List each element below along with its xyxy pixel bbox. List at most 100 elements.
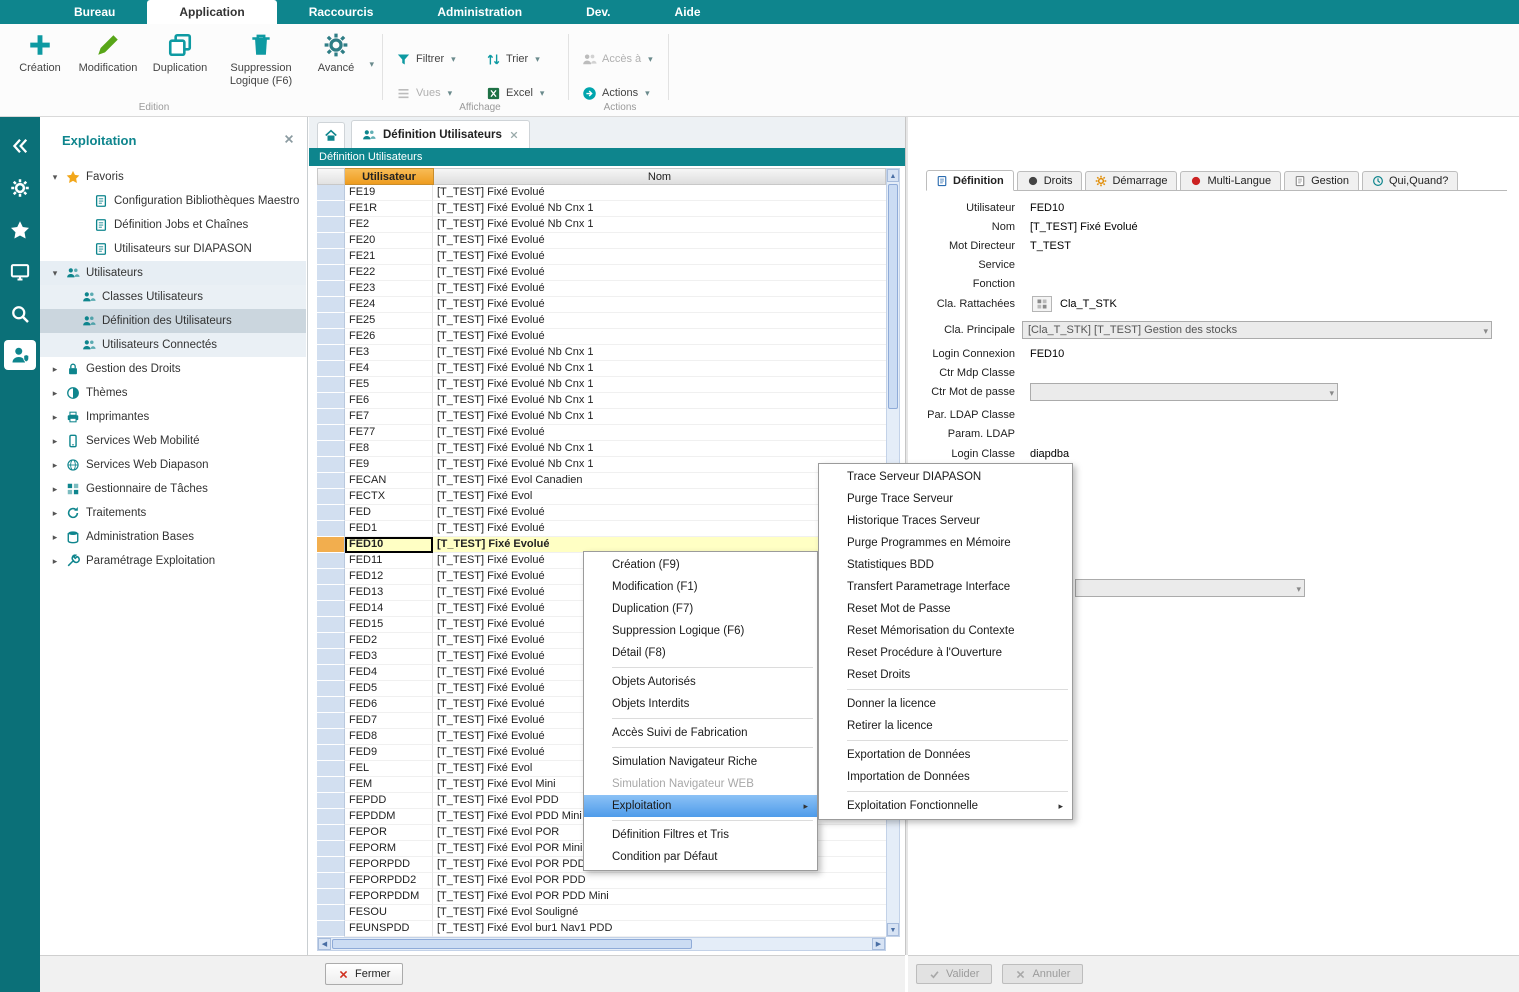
scroll-down-icon[interactable]: ▼ — [887, 923, 899, 936]
context-menu-item[interactable] — [584, 664, 817, 671]
cell-nom[interactable]: [T_TEST] Fixé Evolué Nb Cnx 1 — [433, 217, 886, 233]
menubar-item[interactable]: Administration — [405, 0, 554, 24]
context-menu-item[interactable]: Objets Autorisés — [584, 671, 817, 693]
detail-tab[interactable]: Qui,Quand? — [1362, 171, 1458, 190]
cell-utilisateur[interactable]: FED10 — [345, 537, 433, 553]
row-selector[interactable] — [317, 665, 345, 681]
table-row[interactable]: FEPORPDDM [T_TEST] Fixé Evol POR PDD Min… — [317, 889, 886, 905]
duplication-button[interactable]: Duplication — [148, 32, 212, 75]
cell-utilisateur[interactable]: FE7 — [345, 409, 433, 425]
detail-tab[interactable]: Définition — [926, 170, 1014, 191]
field-value[interactable]: Cla_T_STK — [1060, 295, 1117, 313]
chevron-down-icon[interactable]: ▾ — [1483, 323, 1488, 339]
cell-nom[interactable]: [T_TEST] Fixé Evolué — [433, 249, 886, 265]
cell-utilisateur[interactable]: FED11 — [345, 553, 433, 569]
chevron-down-icon[interactable]: ▾ — [540, 88, 545, 99]
chevron-down-icon[interactable]: ▾ — [1296, 581, 1301, 597]
scroll-right-icon[interactable]: ▶ — [872, 938, 885, 950]
row-selector[interactable] — [317, 713, 345, 729]
cell-utilisateur[interactable]: FED — [345, 505, 433, 521]
context-menu-item[interactable] — [584, 817, 817, 824]
cell-utilisateur[interactable]: FE77 — [345, 425, 433, 441]
context-menu-item[interactable]: Objets Interdits — [584, 693, 817, 715]
row-selector[interactable] — [317, 329, 345, 345]
row-selector[interactable] — [317, 425, 345, 441]
cell-nom[interactable]: [T_TEST] Fixé Evolué Nb Cnx 1 — [433, 377, 886, 393]
cell-utilisateur[interactable]: FEPDD — [345, 793, 433, 809]
row-selector[interactable] — [317, 617, 345, 633]
row-selector[interactable] — [317, 921, 345, 937]
caret-icon[interactable]: ▸ — [50, 508, 60, 519]
cell-utilisateur[interactable]: FE26 — [345, 329, 433, 345]
context-menu-item[interactable] — [584, 715, 817, 722]
sidebar-tree-item[interactable]: Utilisateurs sur DIAPASON — [40, 237, 306, 261]
menubar-item[interactable]: Aide — [643, 0, 733, 24]
row-selector[interactable] — [317, 889, 345, 905]
cell-nom[interactable]: [T_TEST] Fixé Evolué Nb Cnx 1 — [433, 393, 886, 409]
table-row[interactable]: FEUNSPDD [T_TEST] Fixé Evol bur1 Nav1 PD… — [317, 921, 886, 937]
row-selector[interactable] — [317, 841, 345, 857]
submenu-item[interactable]: Exportation de Données — [819, 744, 1072, 766]
table-row[interactable]: FEPORPDD2 [T_TEST] Fixé Evol POR PDD — [317, 873, 886, 889]
cell-utilisateur[interactable]: FE23 — [345, 281, 433, 297]
table-row[interactable]: FE20 [T_TEST] Fixé Evolué — [317, 233, 886, 249]
caret-icon[interactable]: ▾ — [50, 172, 60, 183]
row-selector[interactable] — [317, 489, 345, 505]
submenu-item[interactable]: Donner la licence — [819, 693, 1072, 715]
cell-utilisateur[interactable]: FE2 — [345, 217, 433, 233]
sidebar-tree-item[interactable]: ▸ Traitements — [40, 501, 306, 525]
row-selector[interactable] — [317, 793, 345, 809]
cell-nom[interactable]: [T_TEST] Fixé Evol Souligné — [433, 905, 886, 921]
row-selector[interactable] — [317, 809, 345, 825]
table-row[interactable]: FE8 [T_TEST] Fixé Evolué Nb Cnx 1 — [317, 441, 886, 457]
context-menu-item[interactable]: Création (F9) — [584, 554, 817, 576]
row-selector[interactable] — [317, 537, 345, 553]
home-tab[interactable] — [317, 122, 345, 148]
cell-utilisateur[interactable]: FECTX — [345, 489, 433, 505]
context-menu-item[interactable]: Définition Filtres et Tris — [584, 824, 817, 846]
submenu-item[interactable]: Trace Serveur DIAPASON — [819, 466, 1072, 488]
row-selector[interactable] — [317, 265, 345, 281]
column-header-utilisateur[interactable]: Utilisateur — [345, 168, 434, 185]
strip-icon-button[interactable] — [10, 262, 30, 282]
row-selector[interactable] — [317, 345, 345, 361]
strip-icon-button[interactable] — [10, 220, 30, 240]
chevron-down-icon[interactable]: ▾ — [645, 88, 650, 99]
cell-nom[interactable]: [T_TEST] Fixé Evolué — [433, 313, 886, 329]
horizontal-scrollbar[interactable]: ◀ ▶ — [317, 937, 886, 951]
cell-utilisateur[interactable]: FE22 — [345, 265, 433, 281]
cell-utilisateur[interactable]: FEPORPDDM — [345, 889, 433, 905]
cell-utilisateur[interactable]: FE3 — [345, 345, 433, 361]
cell-utilisateur[interactable]: FE24 — [345, 297, 433, 313]
cell-utilisateur[interactable]: FED7 — [345, 713, 433, 729]
row-selector[interactable] — [317, 297, 345, 313]
table-row[interactable]: FE23 [T_TEST] Fixé Evolué — [317, 281, 886, 297]
submenu-item[interactable]: Purge Programmes en Mémoire — [819, 532, 1072, 554]
context-menu-item[interactable]: Modification (F1) — [584, 576, 817, 598]
cell-nom[interactable]: [T_TEST] Fixé Evolué Nb Cnx 1 — [433, 409, 886, 425]
cell-utilisateur[interactable]: FEPDDM — [345, 809, 433, 825]
context-menu-item[interactable]: Suppression Logique (F6) — [584, 620, 817, 642]
cell-nom[interactable]: [T_TEST] Fixé Evolué — [433, 297, 886, 313]
sidebar-close-icon[interactable] — [283, 133, 295, 145]
table-row[interactable]: FE6 [T_TEST] Fixé Evolué Nb Cnx 1 — [317, 393, 886, 409]
cell-nom[interactable]: [T_TEST] Fixé Evolué — [433, 281, 886, 297]
sidebar-tree-item[interactable]: ▸ Imprimantes — [40, 405, 306, 429]
cell-utilisateur[interactable]: FED8 — [345, 729, 433, 745]
row-selector[interactable] — [317, 905, 345, 921]
row-selector[interactable] — [317, 825, 345, 841]
column-header-nom[interactable]: Nom — [434, 168, 886, 185]
row-selector[interactable] — [317, 361, 345, 377]
menubar-item[interactable]: Bureau — [42, 0, 147, 24]
cell-utilisateur[interactable]: FESOU — [345, 905, 433, 921]
selector-column-header[interactable] — [317, 168, 345, 185]
table-row[interactable]: FE2 [T_TEST] Fixé Evolué Nb Cnx 1 — [317, 217, 886, 233]
caret-icon[interactable]: ▸ — [50, 484, 60, 495]
cell-utilisateur[interactable]: FED6 — [345, 697, 433, 713]
row-selector[interactable] — [317, 473, 345, 489]
sidebar-tree-item[interactable]: Configuration Bibliothèques Maestro — [40, 189, 306, 213]
sidebar-tree-item[interactable]: ▸ Services Web Diapason — [40, 453, 306, 477]
caret-icon[interactable]: ▾ — [50, 268, 60, 279]
cell-utilisateur[interactable]: FED15 — [345, 617, 433, 633]
sidebar-tree-item[interactable]: Utilisateurs Connectés — [40, 333, 306, 357]
